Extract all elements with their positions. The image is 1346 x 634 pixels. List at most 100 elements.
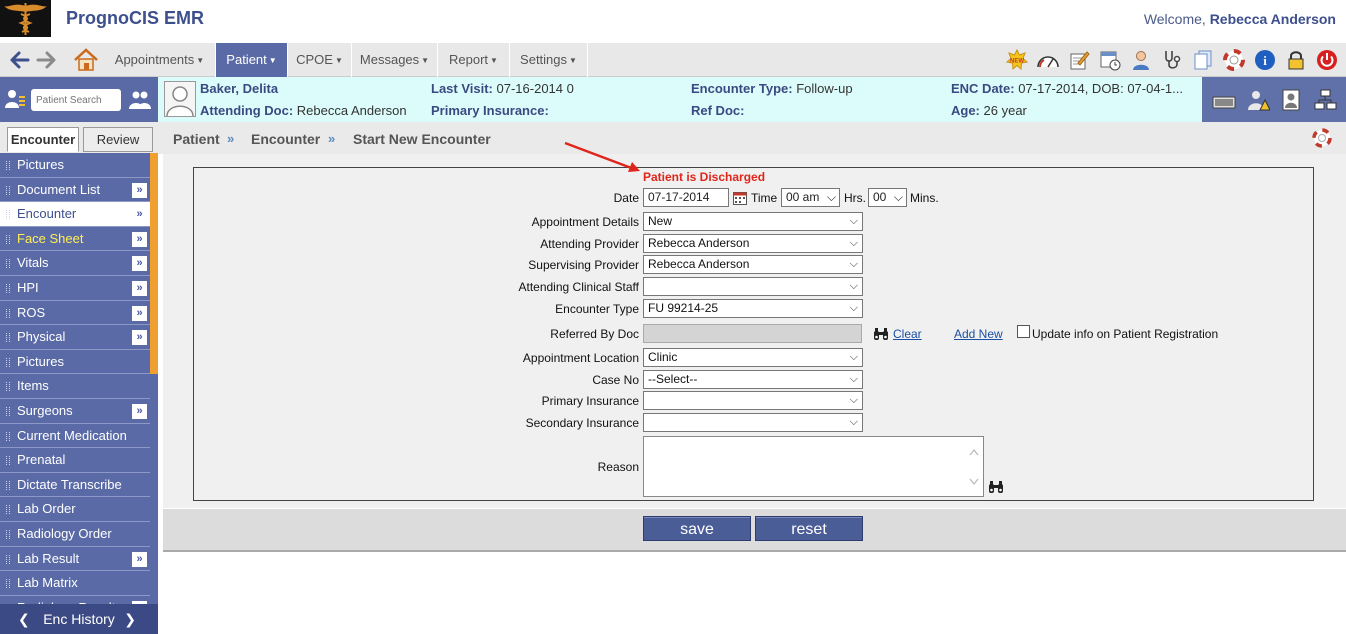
sidebar-item-hpi[interactable]: HPI » xyxy=(0,275,150,301)
reason-textarea[interactable] xyxy=(643,436,984,497)
stethoscope-icon[interactable] xyxy=(1158,47,1185,73)
attending-provider-select[interactable]: Rebecca Anderson ⌵ xyxy=(643,234,863,253)
lock-icon[interactable] xyxy=(1282,47,1309,73)
main-menubar: Appointments ▼ Patient ▼ CPOE ▼ Messages ▼ R… xyxy=(0,43,1346,77)
sidebar-item-physical[interactable]: Physical » xyxy=(0,325,150,350)
help-lifebuoy-icon[interactable] xyxy=(1312,128,1332,148)
binoculars-search-icon[interactable] xyxy=(988,480,1004,494)
home-icon[interactable] xyxy=(72,47,100,73)
time-hour-select[interactable]: 00 am ⌵ xyxy=(781,188,840,207)
hierarchy-icon[interactable] xyxy=(1313,88,1337,112)
info-icon[interactable]: i xyxy=(1251,47,1278,73)
sidebar-item-items[interactable]: Items xyxy=(0,374,150,399)
add-new-link[interactable]: Add New xyxy=(954,327,1003,341)
user-alert-icon[interactable] xyxy=(1246,88,1271,112)
sidebar-item-encounter[interactable]: Encounter » xyxy=(0,202,150,227)
menu-appointments[interactable]: Appointments ▼ xyxy=(104,43,216,77)
update-info-checkbox[interactable] xyxy=(1017,325,1030,338)
sidebar-item-surgeons[interactable]: Surgeons » xyxy=(0,398,150,424)
encounter-type-select[interactable]: FU 99214-25 ⌵ xyxy=(643,299,863,318)
patient-search-input[interactable] xyxy=(31,89,121,111)
new-badge-icon[interactable]: NEW xyxy=(1003,47,1030,73)
expand-arrow-icon[interactable]: » xyxy=(132,305,147,321)
time-min-select[interactable]: 00 ⌵ xyxy=(868,188,907,207)
user-name[interactable]: Rebecca Anderson xyxy=(1210,11,1336,27)
patients-group-icon[interactable] xyxy=(128,89,152,111)
monitor-icon[interactable] xyxy=(1211,89,1237,111)
appointment-details-select[interactable]: New ⌵ xyxy=(643,212,863,231)
sidebar-item-lab-order[interactable]: Lab Order xyxy=(0,497,150,522)
calendar-icon[interactable] xyxy=(733,191,747,205)
secondary-insurance-select[interactable]: ⌵ xyxy=(643,413,863,432)
edit-note-icon[interactable] xyxy=(1065,47,1092,73)
sidebar-item-prenatal[interactable]: Prenatal xyxy=(0,448,150,473)
expand-arrow-icon[interactable]: » xyxy=(132,403,147,419)
sidebar-item-radiology-result[interactable]: Radiology Result» xyxy=(0,595,150,604)
patient-name[interactable]: Baker, Delita xyxy=(200,81,278,96)
menu-cpoe[interactable]: CPOE ▼ xyxy=(288,43,352,77)
sidebar-item-label: Physical xyxy=(17,329,66,345)
sidebar-item-lab-result[interactable]: Lab Result » xyxy=(0,546,150,572)
sidebar-item-radiology-order[interactable]: Radiology Order xyxy=(0,521,150,547)
expand-arrow-icon[interactable]: » xyxy=(132,551,147,567)
sidebar-item-dictate-transcribe[interactable]: Dictate Transcribe xyxy=(0,472,150,498)
referred-by-doc-label: Referred By Doc xyxy=(550,327,639,341)
tab-encounter[interactable]: Encounter xyxy=(7,127,79,152)
expand-arrow-icon[interactable]: » xyxy=(132,231,147,247)
primary-insurance-label: Primary Insurance xyxy=(541,394,639,408)
dashboard-gauge-icon[interactable] xyxy=(1034,47,1061,73)
menu-patient[interactable]: Patient ▼ xyxy=(216,43,288,77)
tab-review[interactable]: Review xyxy=(83,127,153,152)
expand-arrow-icon[interactable]: » xyxy=(132,330,147,346)
chevron-down-icon: ⌵ xyxy=(893,190,903,204)
sidebar-item-current-medication[interactable]: Current Medication xyxy=(0,423,150,449)
documents-icon[interactable] xyxy=(1189,47,1216,73)
sidebar-item-lab-matrix[interactable]: Lab Matrix xyxy=(0,571,150,596)
chevron-left-icon[interactable]: ❮ xyxy=(18,604,30,634)
chevron-down-icon: ⌵ xyxy=(849,416,858,428)
user-document-icon[interactable] xyxy=(1280,88,1304,112)
appointment-location-select[interactable]: Clinic ⌵ xyxy=(643,348,863,367)
sidebar-item-face-sheet[interactable]: Face Sheet » xyxy=(0,226,150,252)
power-icon[interactable] xyxy=(1313,47,1340,73)
sidebar-scrollbar[interactable] xyxy=(150,153,158,374)
clear-link[interactable]: Clear xyxy=(893,327,922,341)
menu-messages[interactable]: Messages ▼ xyxy=(352,43,438,77)
expand-arrow-icon[interactable]: » xyxy=(132,280,147,296)
primary-insurance-select[interactable]: ⌵ xyxy=(643,391,863,410)
lifebuoy-icon[interactable] xyxy=(1220,47,1247,73)
left-tabs: Encounter Review xyxy=(0,122,158,153)
primary-insurance: Primary Insurance: xyxy=(431,103,549,118)
textarea-scrollbar[interactable] xyxy=(968,447,980,487)
calendar-clock-icon[interactable] xyxy=(1096,47,1123,73)
breadcrumb-encounter[interactable]: Encounter xyxy=(251,131,320,147)
attending-clinical-staff-select[interactable]: ⌵ xyxy=(643,277,863,296)
save-button[interactable]: save xyxy=(643,516,751,541)
sidebar-item-ros[interactable]: ROS » xyxy=(0,300,150,326)
patient-list-icon[interactable] xyxy=(4,87,26,111)
menu-settings[interactable]: Settings ▼ xyxy=(510,43,588,77)
reset-button[interactable]: reset xyxy=(755,516,863,541)
referred-by-doc-input xyxy=(643,324,862,343)
expand-arrow-icon[interactable]: » xyxy=(132,182,147,198)
sidebar-item-document-list[interactable]: Document List » xyxy=(0,177,150,203)
enc-history-bar[interactable]: ❮ Enc History ❯ xyxy=(0,604,158,634)
back-arrow-icon[interactable] xyxy=(8,49,30,71)
sidebar-item-vitals[interactable]: Vitals » xyxy=(0,251,150,276)
expand-arrow-icon[interactable]: » xyxy=(132,207,147,222)
menu-report[interactable]: Report ▼ xyxy=(438,43,510,77)
date-input[interactable]: 07-17-2014 xyxy=(643,188,729,207)
chevron-down-icon: ⌵ xyxy=(849,280,858,292)
case-no-label: Case No xyxy=(592,373,639,387)
user-icon[interactable] xyxy=(1127,47,1154,73)
chevron-right-icon[interactable]: ❯ xyxy=(124,604,136,634)
binoculars-search-icon[interactable] xyxy=(873,327,889,341)
expand-arrow-icon[interactable]: » xyxy=(132,256,147,272)
sidebar-item-pictures[interactable]: Pictures xyxy=(0,349,150,375)
sidebar-item-label: Lab Result xyxy=(17,550,80,566)
supervising-provider-select[interactable]: Rebecca Anderson ⌵ xyxy=(643,255,863,274)
sidebar-item-pictures[interactable]: Pictures xyxy=(0,153,150,178)
case-no-select[interactable]: --Select-- ⌵ xyxy=(643,370,863,389)
forward-arrow-icon[interactable] xyxy=(36,49,58,71)
breadcrumb-patient[interactable]: Patient xyxy=(173,131,220,147)
